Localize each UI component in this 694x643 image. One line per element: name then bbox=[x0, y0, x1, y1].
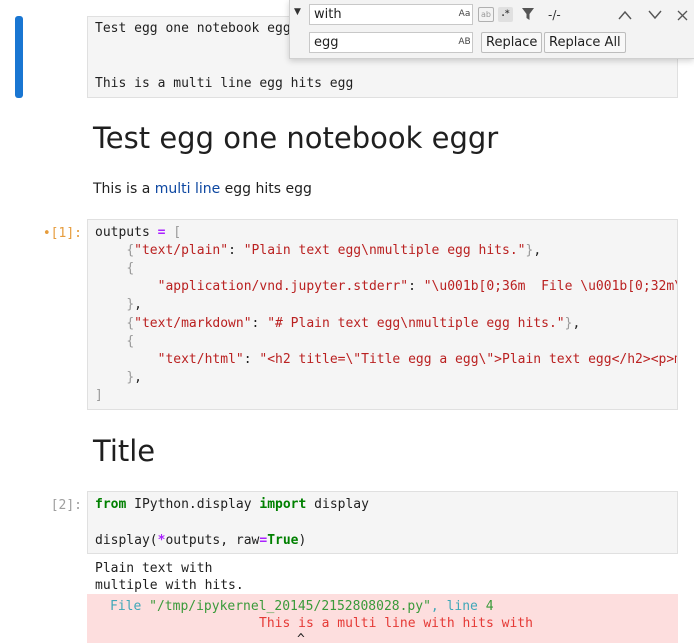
cell3-line-1: from IPython.display import display bbox=[95, 497, 369, 512]
chevron-up-icon[interactable] bbox=[618, 8, 632, 23]
error-caret: ^ bbox=[297, 632, 305, 643]
preserve-case-icon[interactable]: AB bbox=[457, 35, 472, 50]
cell3-line-3: display(*outputs, raw=True) bbox=[95, 533, 307, 548]
replace-all-button[interactable]: Replace All bbox=[544, 32, 626, 53]
close-icon[interactable] bbox=[677, 9, 688, 24]
markdown-paragraph-1: This is a multi line egg hits egg bbox=[93, 181, 312, 197]
output-text-line-2: multiple with hits. bbox=[95, 578, 244, 593]
cell2-line-7: { bbox=[126, 334, 135, 349]
whole-word-icon[interactable]: ab bbox=[478, 7, 494, 22]
replace-button[interactable]: Replace bbox=[481, 32, 543, 53]
match-case-icon[interactable]: Aa bbox=[457, 7, 472, 22]
replace-input-value: egg bbox=[314, 35, 339, 50]
cell2-line-4: "application/vnd.jupyter.stderr": "\u001… bbox=[157, 279, 678, 294]
regex-icon[interactable]: .* bbox=[498, 7, 513, 22]
cell3-prompt: [2]: bbox=[50, 498, 82, 513]
cell1-line-3: This is a multi line egg hits egg bbox=[95, 76, 354, 91]
find-input-value: with bbox=[314, 7, 342, 22]
paragraph-text-before: This is a bbox=[93, 181, 155, 197]
error-output: File "/tmp/ipykernel_20145/2152808028.py… bbox=[87, 594, 678, 643]
active-cell-indicator bbox=[15, 16, 23, 98]
output-text-line-1: Plain text with bbox=[95, 561, 213, 576]
cell2-line-2: {"text/plain": "Plain text egg\nmultiple… bbox=[126, 243, 542, 258]
filter-icon[interactable] bbox=[521, 7, 535, 24]
markdown-heading-1: Test egg one notebook eggr bbox=[93, 121, 499, 155]
find-replace-widget: ▼ with Aa ab .* -/- egg AB Replace Repla… bbox=[289, 0, 694, 59]
code-cell-3[interactable]: from IPython.display import display disp… bbox=[87, 491, 678, 554]
chevron-down-icon[interactable] bbox=[648, 8, 662, 23]
paragraph-text-after: egg hits egg bbox=[220, 181, 312, 197]
match-count: -/- bbox=[548, 8, 561, 22]
cell2-line-9: }, bbox=[126, 370, 142, 385]
cell2-line-1: outputs = [ bbox=[95, 225, 182, 240]
paragraph-link[interactable]: multi line bbox=[155, 181, 221, 197]
markdown-heading-2: Title bbox=[93, 434, 156, 468]
cell1-line-1: Test egg one notebook eggr bbox=[95, 21, 299, 36]
toggle-replace-icon[interactable]: ▼ bbox=[294, 7, 301, 17]
cell2-prompt: •[1]: bbox=[42, 226, 82, 241]
error-message-line: This is a multi line with hits with bbox=[259, 616, 533, 631]
cell2-line-6: {"text/markdown": "# Plain text egg\nmul… bbox=[126, 316, 581, 331]
cell2-line-5: }, bbox=[126, 297, 142, 312]
cell2-line-3: { bbox=[126, 261, 135, 276]
find-input[interactable]: with bbox=[309, 4, 473, 25]
cell2-line-10: ] bbox=[95, 388, 103, 403]
error-traceback-line: File "/tmp/ipykernel_20145/2152808028.py… bbox=[110, 599, 494, 614]
cell2-line-8: "text/html": "<h2 title=\"Title egg a eg… bbox=[157, 352, 678, 367]
replace-input[interactable]: egg bbox=[309, 32, 473, 53]
code-cell-2[interactable]: outputs = [ {"text/plain": "Plain text e… bbox=[87, 219, 678, 410]
